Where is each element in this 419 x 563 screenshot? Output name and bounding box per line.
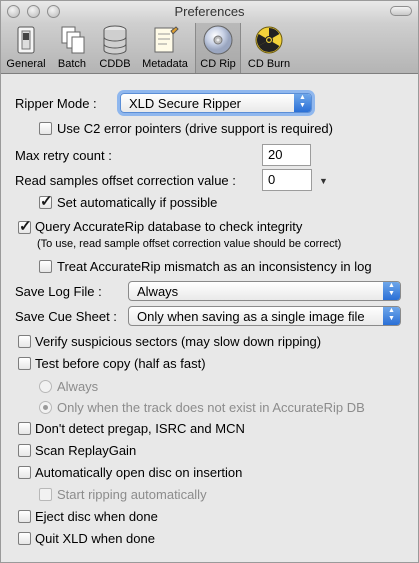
radiation-icon [253, 25, 285, 55]
radio-only-when-missing-label: Only when the track does not exist in Ac… [57, 400, 365, 415]
switch-icon [10, 25, 42, 55]
toolbar-toggle-button[interactable] [390, 6, 412, 16]
tab-cd-burn[interactable]: CD Burn [243, 23, 295, 73]
ripper-mode-label: Ripper Mode : [15, 96, 97, 111]
ripper-mode-value: XLD Secure Ripper [129, 96, 241, 111]
auto-open-disc-checkbox[interactable] [18, 466, 31, 479]
cd-icon [202, 25, 234, 55]
verify-suspicious-checkbox[interactable] [18, 335, 31, 348]
toolbar: General Batch CDDB Metadata CD Rip CD Bu… [1, 23, 418, 74]
test-before-copy-checkbox[interactable] [18, 357, 31, 370]
documents-icon [56, 25, 88, 55]
quit-xld-label: Quit XLD when done [35, 531, 155, 546]
tab-general[interactable]: General [3, 23, 49, 73]
tab-metadata[interactable]: Metadata [137, 23, 193, 73]
test-before-copy-label: Test before copy (half as fast) [35, 356, 206, 371]
treat-mismatch-label: Treat AccurateRip mismatch as an inconsi… [57, 259, 372, 274]
radio-always-label: Always [57, 379, 99, 394]
save-log-value: Always [137, 284, 179, 299]
max-retry-field[interactable]: 20 [262, 144, 311, 166]
auto-open-disc-label: Automatically open disc on insertion [35, 465, 243, 480]
preferences-window: Preferences General Batch CDDB Metadata … [0, 0, 419, 563]
c2-error-pointers-checkbox[interactable] [39, 122, 52, 135]
scan-replaygain-checkbox[interactable] [18, 444, 31, 457]
save-log-label: Save Log File : [15, 284, 102, 299]
popup-arrows-icon: ▲ ▼ [294, 94, 311, 112]
max-retry-label: Max retry count : [15, 148, 112, 163]
ripper-mode-popup[interactable]: XLD Secure Ripper ▲ ▼ [120, 93, 312, 113]
popup-arrows-icon: ▲ ▼ [383, 307, 400, 325]
start-ripping-checkbox[interactable] [39, 488, 52, 501]
c2-error-pointers-label: Use C2 error pointers (drive support is … [57, 121, 333, 136]
save-cue-value: Only when saving as a single image file [137, 309, 365, 324]
save-cue-label: Save Cue Sheet : [15, 309, 117, 324]
set-automatically-label: Set automatically if possible [57, 195, 218, 210]
accuraterip-note: (To use, read sample offset correction v… [37, 238, 342, 250]
tab-batch[interactable]: Batch [51, 23, 93, 73]
eject-disc-label: Eject disc when done [35, 509, 158, 524]
query-accuraterip-checkbox[interactable] [18, 217, 32, 235]
popup-arrows-icon: ▲ ▼ [383, 282, 400, 300]
query-accuraterip-label: Query AccurateRip database to check inte… [35, 219, 303, 234]
window-title: Preferences [174, 4, 245, 19]
eject-disc-checkbox[interactable] [18, 510, 31, 523]
save-cue-popup[interactable]: Only when saving as a single image file … [128, 306, 401, 326]
database-icon [99, 25, 131, 55]
save-log-popup[interactable]: Always ▲ ▼ [128, 281, 401, 301]
tab-cddb[interactable]: CDDB [95, 23, 135, 73]
radio-only-when-missing[interactable] [39, 401, 52, 414]
quit-xld-checkbox[interactable] [18, 532, 31, 545]
offset-dropdown-icon[interactable]: ▼ [319, 176, 328, 186]
radio-always[interactable] [39, 380, 52, 393]
edit-document-icon [149, 25, 181, 55]
no-pregap-label: Don't detect pregap, ISRC and MCN [35, 421, 245, 436]
title-bar: Preferences [1, 1, 418, 23]
tab-cd-rip[interactable]: CD Rip [195, 23, 241, 73]
set-automatically-checkbox[interactable] [39, 192, 53, 210]
scan-replaygain-label: Scan ReplayGain [35, 443, 137, 458]
no-pregap-checkbox[interactable] [18, 422, 31, 435]
treat-mismatch-checkbox[interactable] [39, 260, 52, 273]
offset-field[interactable]: 0 [262, 169, 312, 191]
verify-suspicious-label: Verify suspicious sectors (may slow down… [35, 334, 322, 349]
offset-label: Read samples offset correction value : [15, 173, 236, 188]
start-ripping-label: Start ripping automatically [57, 487, 207, 502]
